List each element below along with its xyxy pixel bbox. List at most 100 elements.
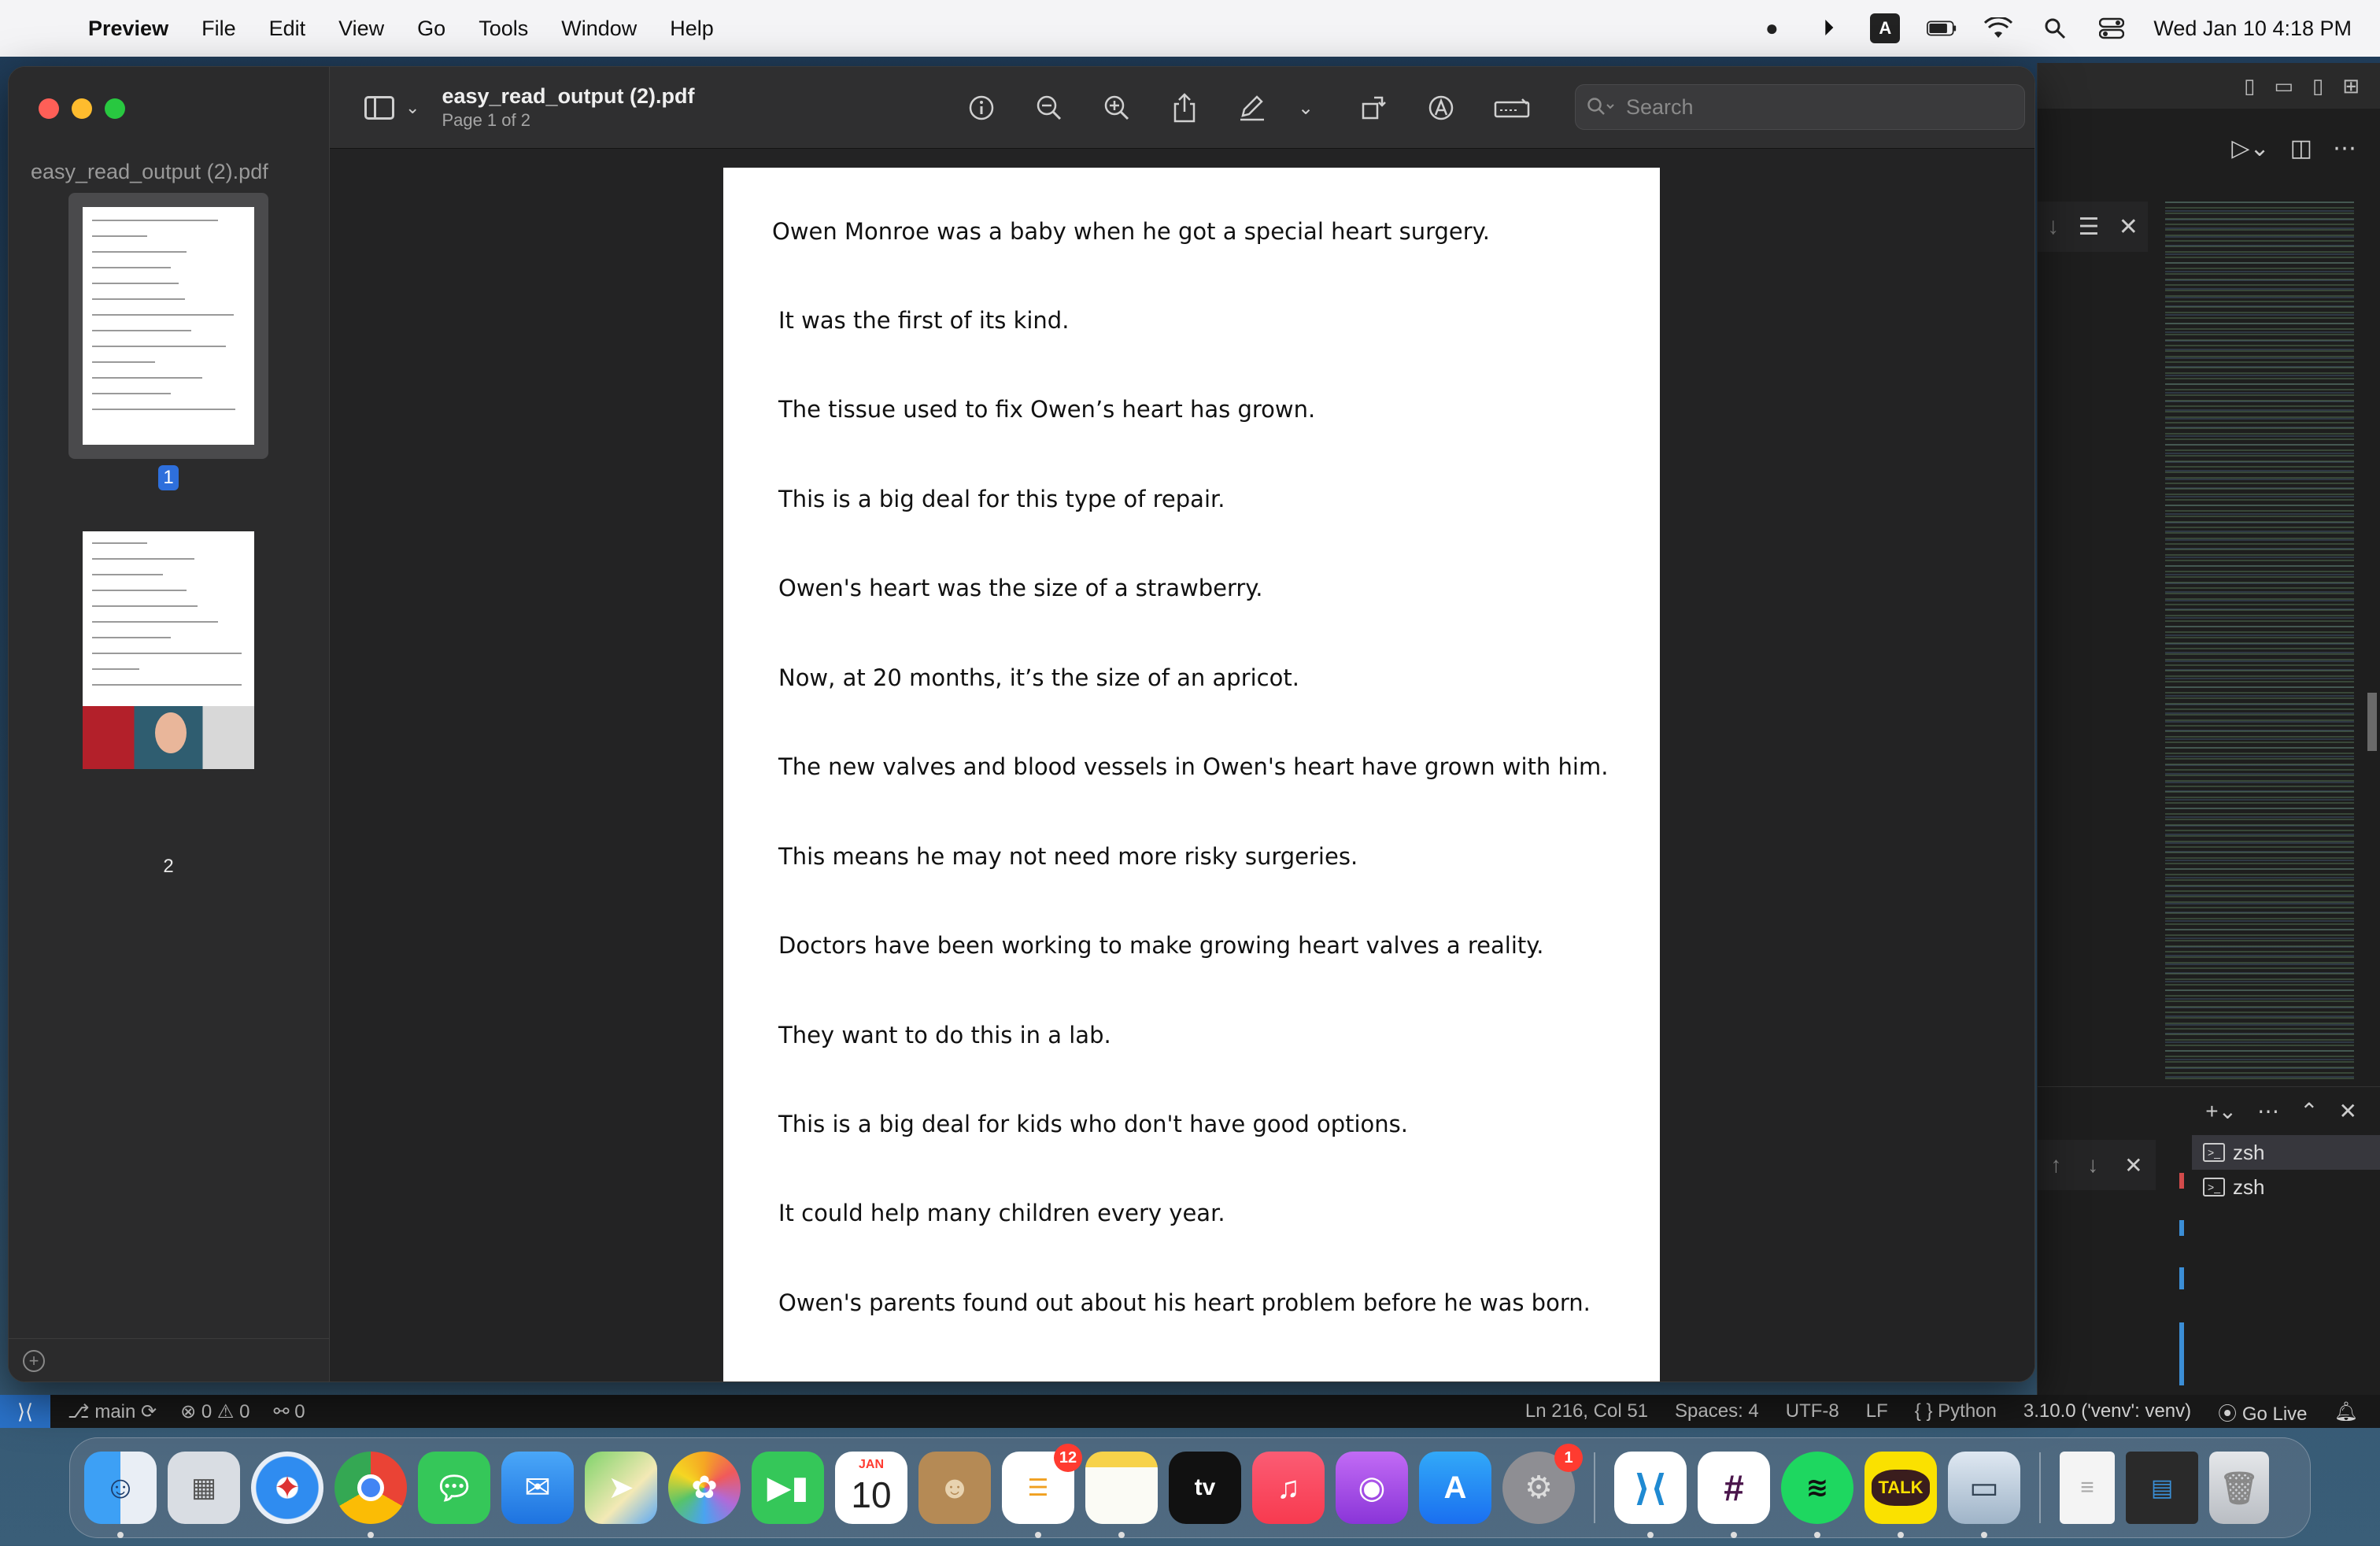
info-icon[interactable] [966,92,997,124]
file-encoding[interactable]: UTF-8 [1786,1400,1839,1422]
dock-spotify-icon[interactable]: ≋ [1781,1452,1853,1538]
ports-indicator[interactable]: ⚯ 0 [273,1400,305,1423]
menu-edit[interactable]: Edit [269,17,306,41]
menu-window[interactable]: Window [561,17,637,41]
search-field[interactable] [1575,84,2025,130]
terminal-tab[interactable]: >_ zsh [2192,1170,2380,1204]
problems-indicator[interactable]: ⊗ 0 ⚠ 0 [180,1400,249,1423]
run-icon[interactable]: ▷⌄ [2231,135,2269,162]
dock-system-settings-icon[interactable]: ⚙ 1 [1502,1444,1583,1524]
play-circle-icon[interactable]: ⏵ [1813,13,1843,43]
menu-tools[interactable]: Tools [479,17,528,41]
menu-app-preview[interactable]: Preview [88,17,168,41]
dock-safari-icon[interactable]: ✦ [251,1452,323,1524]
markup-circle-a-icon[interactable] [1425,92,1457,124]
terminal-tab[interactable]: >_ zsh [2192,1135,2380,1170]
calendar-day: 10 [851,1474,892,1515]
dock-messages-icon[interactable]: 💬︎ [418,1452,490,1524]
dock-launchpad-icon[interactable]: ▦ [168,1452,240,1524]
input-source-icon[interactable]: A [1870,13,1901,43]
messenger-status-icon[interactable]: ● [1757,13,1787,43]
dock-podcasts-icon[interactable]: ◉ [1336,1452,1408,1524]
notifications-bell-icon[interactable]: 🔔︎ [2334,1400,2358,1423]
new-terminal-icon[interactable]: +⌄ [2205,1098,2237,1124]
cursor-position[interactable]: Ln 216, Col 51 [1525,1400,1648,1422]
dock-preview-icon[interactable]: ▭ [1948,1452,2020,1538]
dock-recent-window-icon[interactable]: ▤ [2126,1452,2198,1524]
control-center-icon[interactable] [2097,13,2127,43]
markup-chevron-down-icon[interactable]: ⌄ [1290,92,1321,124]
dock-notes-icon[interactable] [1085,1452,1158,1538]
menu-clock[interactable]: Wed Jan 10 4:18 PM [2153,17,2352,41]
close-find-icon[interactable]: ✕ [2124,1152,2142,1178]
next-match-icon[interactable]: ↓ [2047,213,2059,240]
customize-layout-icon[interactable]: ⊞ [2342,74,2360,98]
page-paragraph: Owen's heart was the size of a strawberr… [778,575,1263,601]
dock-music-icon[interactable]: ♫ [1252,1452,1325,1524]
close-window-button[interactable] [39,98,59,119]
close-panel-icon[interactable]: ✕ [2339,1098,2357,1124]
rotate-icon[interactable] [1358,92,1389,124]
git-branch[interactable]: ⎇ main ⟳ [68,1400,157,1423]
end-of-line[interactable]: LF [1866,1400,1888,1422]
language-mode[interactable]: { } Python [1915,1400,1997,1422]
dock-appstore-icon[interactable]: A [1419,1452,1491,1524]
minimize-window-button[interactable] [72,98,92,119]
previous-match-icon[interactable]: ↑ [2050,1152,2061,1178]
close-find-icon[interactable]: ✕ [2119,213,2138,241]
add-page-icon[interactable]: + [23,1350,45,1372]
dock-maps-icon[interactable]: ➤ [585,1452,657,1524]
search-input[interactable] [1626,94,2004,120]
dock-chrome-icon[interactable] [334,1452,407,1538]
dock-mail-icon[interactable]: ✉ [501,1452,574,1524]
menu-go[interactable]: Go [417,17,445,41]
dock-kakaotalk-icon[interactable]: TALK [1864,1452,1937,1538]
dock-vscode-icon[interactable]: ⟩⟨ [1614,1452,1687,1538]
dock-facetime-icon[interactable]: ▶▮ [752,1452,824,1524]
battery-icon[interactable] [1927,13,1957,43]
form-filling-icon[interactable] [1493,92,1531,124]
zoom-window-button[interactable] [105,98,125,119]
dock-reminders-icon[interactable]: ☰ 12 [1002,1444,1082,1538]
zoom-in-icon[interactable] [1101,92,1133,124]
python-interpreter[interactable]: 3.10.0 ('venv': venv) [2023,1400,2191,1422]
page-paragraph: This is a big deal for kids who don't ha… [778,1111,1408,1137]
thumbnail-text-line [92,558,194,560]
markup-pen-icon[interactable] [1236,92,1268,124]
remote-indicator-icon[interactable]: ⟩⟨ [0,1395,50,1428]
share-icon[interactable] [1169,92,1200,124]
panel-more-icon[interactable]: ⋯ [2257,1098,2279,1124]
dock-contacts-icon[interactable]: ☻ [918,1452,991,1524]
menu-help[interactable]: Help [670,17,714,41]
dock-document-stack-icon[interactable]: ≡ [2060,1452,2115,1524]
document-canvas[interactable]: Owen Monroe was a baby when he got a spe… [330,149,2034,1381]
toggle-secondary-sidebar-icon[interactable]: ▯ [2312,74,2323,98]
menu-file[interactable]: File [201,17,236,41]
dock-slack-icon[interactable]: # [1698,1452,1770,1538]
menu-view[interactable]: View [338,17,384,41]
zoom-out-icon[interactable] [1033,92,1065,124]
dock-calendar-icon[interactable]: JAN 10 [835,1452,907,1524]
maximize-panel-icon[interactable]: ⌃ [2300,1098,2318,1124]
page-thumbnail-1[interactable] [83,207,254,445]
toggle-primary-sidebar-icon[interactable]: ▯ [2244,74,2255,98]
indentation[interactable]: Spaces: 4 [1675,1400,1759,1422]
dock-finder-icon[interactable]: ☺ [84,1452,157,1538]
go-live-button[interactable]: ⦿ Go Live [2218,1398,2307,1426]
dock-appletv-icon[interactable]: tv [1169,1452,1241,1524]
more-actions-icon[interactable]: ⋯ [2333,135,2356,162]
dock-trash-icon[interactable]: 🗑︎ [2209,1452,2269,1524]
wifi-icon[interactable] [1983,13,2013,43]
editor-minimap[interactable] [2165,202,2354,1083]
next-match-icon[interactable]: ↓ [2087,1152,2098,1178]
editor-scrollbar-thumb[interactable] [2367,693,2377,751]
sidebar-toggle-button[interactable]: ⌄ [364,95,419,120]
split-editor-icon[interactable]: ◫ [2290,135,2312,162]
dock-photos-icon[interactable]: ✿ [668,1452,741,1524]
spotlight-search-icon[interactable] [2040,13,2070,43]
thumbnail-text-line [92,251,187,253]
thumbnail-text-line [92,684,242,686]
page-thumbnail-2[interactable] [83,531,254,769]
find-in-selection-icon[interactable]: ☰ [2078,213,2099,241]
toggle-panel-icon[interactable]: ▭ [2274,74,2293,98]
